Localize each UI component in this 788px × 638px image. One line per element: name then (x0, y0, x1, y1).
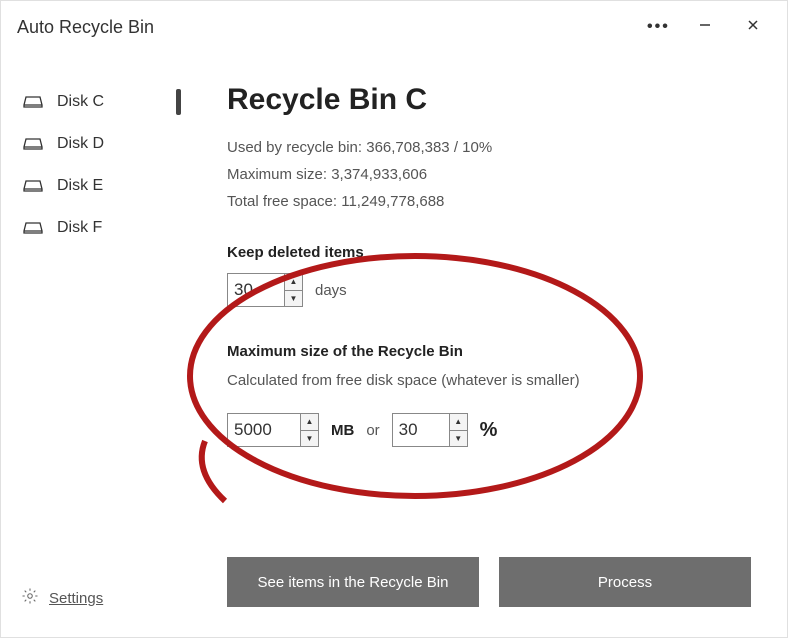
maxsize-section-label: Maximum size of the Recycle Bin (227, 343, 751, 360)
bottom-buttons: See items in the Recycle Bin Process (227, 557, 751, 617)
stat-free: Total free space: 11,249,778,688 (227, 193, 751, 210)
max-pct-unit: % (480, 419, 498, 442)
sidebar-item-label: Disk F (57, 219, 102, 237)
spin-down-icon[interactable]: ▼ (301, 430, 318, 447)
body: Disk C Disk D Disk E (1, 53, 787, 637)
sidebar-item-label: Disk E (57, 177, 103, 195)
max-mb-spinbox[interactable]: ▲ ▼ (227, 413, 319, 447)
main-panel: Recycle Bin C Used by recycle bin: 366,7… (191, 53, 787, 637)
disk-icon (23, 137, 43, 151)
page-title: Recycle Bin C (227, 83, 751, 117)
spin-down-icon[interactable]: ▼ (285, 290, 302, 307)
sidebar-item-disk-f[interactable]: Disk F (1, 207, 191, 249)
maxsize-subtext: Calculated from free disk space (whateve… (227, 372, 751, 389)
spin-up-icon[interactable]: ▲ (450, 414, 467, 430)
process-button[interactable]: Process (499, 557, 751, 607)
max-pct-spinbox[interactable]: ▲ ▼ (392, 413, 468, 447)
spin-up-icon[interactable]: ▲ (301, 414, 318, 430)
max-pct-input[interactable] (393, 414, 449, 446)
sidebar-item-disk-c[interactable]: Disk C (1, 81, 191, 123)
stat-max-label: Maximum size: (227, 166, 327, 183)
app-window: Auto Recycle Bin ••• Disk C (0, 0, 788, 638)
disk-icon (23, 221, 43, 235)
stat-free-label: Total free space: (227, 193, 337, 210)
keep-days-input[interactable] (228, 274, 284, 306)
close-button[interactable] (743, 18, 763, 37)
stat-used-value: 366,708,383 / 10% (366, 139, 492, 156)
settings-link[interactable]: Settings (1, 587, 191, 637)
keep-days-row: ▲ ▼ days (227, 273, 751, 307)
sidebar-item-label: Disk C (57, 93, 104, 111)
max-mb-unit: MB (331, 422, 354, 439)
spin-up-icon[interactable]: ▲ (285, 274, 302, 290)
see-items-button[interactable]: See items in the Recycle Bin (227, 557, 479, 607)
spin-down-icon[interactable]: ▼ (450, 430, 467, 447)
keep-days-spinbox[interactable]: ▲ ▼ (227, 273, 303, 307)
keep-days-unit: days (315, 282, 347, 299)
or-label: or (366, 422, 379, 439)
title-controls: ••• (647, 18, 763, 37)
gear-icon (21, 587, 39, 609)
titlebar: Auto Recycle Bin ••• (1, 1, 787, 53)
sidebar: Disk C Disk D Disk E (1, 53, 191, 637)
sidebar-item-disk-e[interactable]: Disk E (1, 165, 191, 207)
stat-used: Used by recycle bin: 366,708,383 / 10% (227, 139, 751, 156)
stat-used-label: Used by recycle bin: (227, 139, 362, 156)
disk-list: Disk C Disk D Disk E (1, 81, 191, 587)
app-title: Auto Recycle Bin (17, 17, 647, 38)
sidebar-item-label: Disk D (57, 135, 104, 153)
stat-max-value: 3,374,933,606 (331, 166, 427, 183)
stat-max: Maximum size: 3,374,933,606 (227, 166, 751, 183)
more-icon[interactable]: ••• (647, 18, 667, 36)
disk-icon (23, 179, 43, 193)
max-mb-input[interactable] (228, 414, 300, 446)
stat-free-value: 11,249,778,688 (341, 193, 444, 210)
keep-section-label: Keep deleted items (227, 244, 751, 261)
maxsize-row: ▲ ▼ MB or ▲ ▼ % (227, 413, 751, 447)
minimize-button[interactable] (695, 18, 715, 37)
settings-label: Settings (49, 590, 103, 607)
sidebar-item-disk-d[interactable]: Disk D (1, 123, 191, 165)
disk-icon (23, 95, 43, 109)
